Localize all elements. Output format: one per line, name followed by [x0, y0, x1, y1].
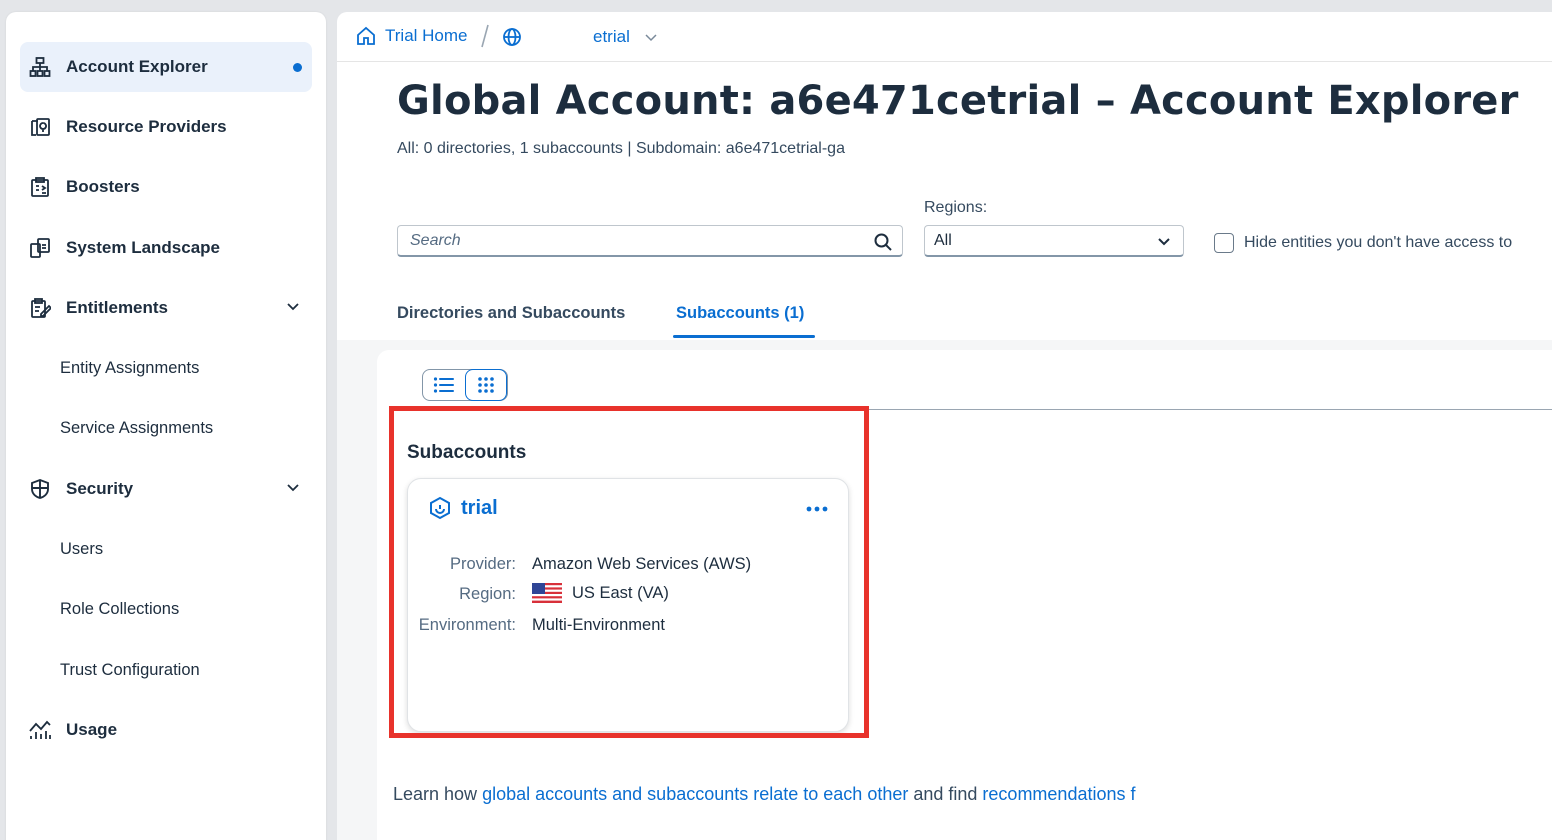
- sidebar-item-resource-providers[interactable]: Resource Providers: [20, 102, 312, 152]
- sidebar-item-label: Entity Assignments: [60, 358, 200, 377]
- list-icon: [433, 376, 455, 394]
- regions-selected-value: All: [934, 231, 952, 249]
- sidebar-item-label: Account Explorer: [66, 57, 208, 76]
- selected-indicator-dot: [293, 62, 302, 72]
- redacted-text-mask: [530, 26, 593, 48]
- home-icon: [356, 26, 376, 46]
- sidebar-item-label: Users: [60, 539, 104, 558]
- system-landscape-icon: [27, 235, 53, 261]
- sidebar-item-label: System Landscape: [66, 238, 221, 257]
- hierarchy-icon: [27, 54, 53, 80]
- breadcrumb-separator: [481, 24, 489, 48]
- footer-help-text: Learn how global accounts and subaccount…: [393, 784, 1136, 805]
- breadcrumb: Trial Home etrial: [337, 12, 1552, 62]
- highlight-box: [389, 406, 869, 738]
- sidebar-item-label: Service Assignments: [60, 418, 214, 437]
- active-tab-indicator: [673, 335, 815, 338]
- breadcrumb-account-label: etrial: [593, 27, 630, 46]
- sidebar-item-label: Resource Providers: [66, 117, 227, 136]
- search-input[interactable]: [410, 231, 870, 250]
- sidebar-item-entity-assignments[interactable]: Entity Assignments: [20, 343, 312, 393]
- sidebar-item-trust-configuration[interactable]: Trust Configuration: [20, 645, 312, 695]
- hide-entities-label: Hide entities you don't have access to: [1244, 234, 1513, 251]
- breadcrumb-global-account[interactable]: etrial: [502, 26, 658, 48]
- sidebar-item-entitlements[interactable]: Entitlements: [20, 283, 312, 333]
- hide-entities-option: Hide entities you don't have access to: [1214, 233, 1512, 253]
- breadcrumb-home[interactable]: Trial Home: [356, 26, 468, 46]
- security-icon: [27, 476, 53, 502]
- recommendations-link[interactable]: recommendations f: [982, 784, 1135, 804]
- entitlements-icon: [27, 295, 53, 321]
- chevron-down-icon[interactable]: [286, 298, 300, 318]
- tab-subaccounts[interactable]: Subaccounts (1): [676, 304, 804, 323]
- resource-providers-icon: [27, 114, 53, 140]
- page-subtitle: All: 0 directories, 1 subaccounts | Subd…: [397, 140, 845, 157]
- breadcrumb-home-label: Trial Home: [385, 26, 468, 45]
- search-field[interactable]: [397, 225, 903, 257]
- grid-icon: [476, 375, 496, 395]
- boosters-icon: [27, 174, 53, 200]
- tab-directories-and-subaccounts[interactable]: Directories and Subaccounts: [397, 304, 625, 323]
- regions-select[interactable]: All: [924, 225, 1184, 257]
- regions-label: Regions:: [924, 199, 988, 216]
- sidebar-item-account-explorer[interactable]: Account Explorer: [20, 42, 312, 92]
- view-toggle: [422, 369, 508, 401]
- usage-icon: [27, 717, 53, 743]
- sidebar-item-role-collections[interactable]: Role Collections: [20, 584, 312, 634]
- sidebar-item-system-landscape[interactable]: System Landscape: [20, 223, 312, 273]
- sidebar-item-security[interactable]: Security: [20, 464, 312, 514]
- sidebar-item-usage[interactable]: Usage: [20, 705, 312, 755]
- sidebar-item-label: Role Collections: [60, 599, 180, 618]
- sidebar: Account Explorer Resource Providers Boos…: [6, 12, 326, 840]
- sidebar-item-users[interactable]: Users: [20, 524, 312, 574]
- sidebar-item-label: Boosters: [66, 177, 140, 196]
- footer-middle: and find: [908, 784, 983, 804]
- sidebar-item-service-assignments[interactable]: Service Assignments: [20, 403, 312, 453]
- sidebar-item-label: Usage: [66, 720, 118, 739]
- chevron-down-icon[interactable]: [644, 30, 658, 44]
- list-view-button[interactable]: [423, 370, 465, 400]
- chevron-down-icon[interactable]: [286, 479, 300, 499]
- grid-view-button[interactable]: [465, 369, 507, 401]
- globe-icon: [502, 27, 522, 47]
- hide-entities-checkbox[interactable]: [1214, 233, 1234, 253]
- search-icon[interactable]: [873, 232, 893, 257]
- footer-prefix: Learn how: [393, 784, 483, 804]
- sidebar-item-label: Entitlements: [66, 298, 169, 317]
- page-title: Global Account: a6e471cetrial – Account …: [397, 78, 1519, 124]
- relation-help-link[interactable]: global accounts and subaccounts relate t…: [482, 784, 908, 804]
- sidebar-item-label: Trust Configuration: [60, 660, 200, 679]
- chevron-down-icon: [1157, 235, 1171, 254]
- sidebar-item-boosters[interactable]: Boosters: [20, 162, 312, 212]
- sidebar-item-label: Security: [66, 479, 134, 498]
